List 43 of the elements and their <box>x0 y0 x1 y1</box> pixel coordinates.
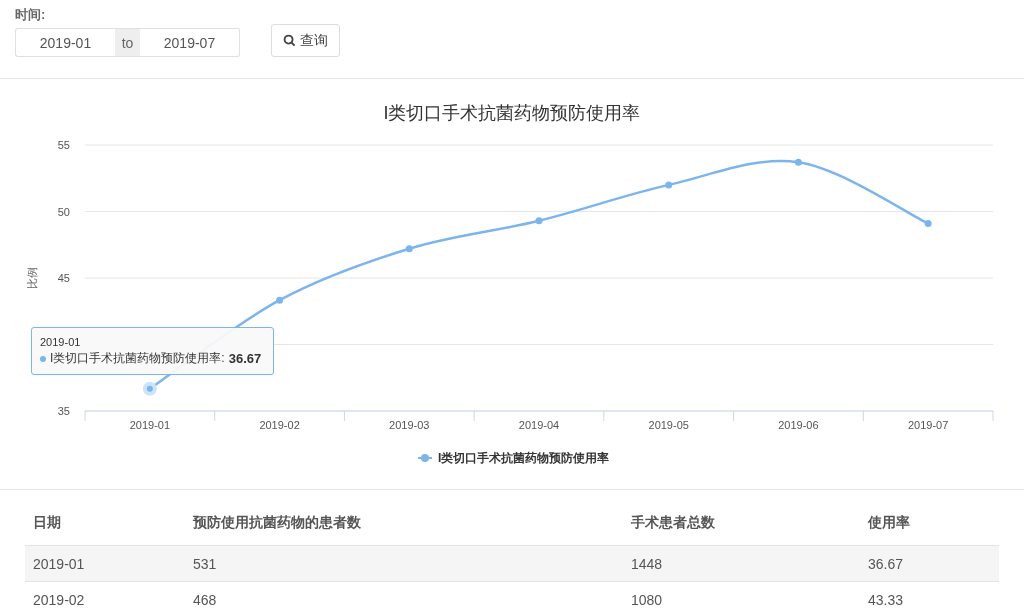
range-separator: to <box>115 28 140 57</box>
x-tick-label: 2019-06 <box>778 419 819 431</box>
tooltip-title: 2019-01 <box>40 336 82 348</box>
y-tick-label: 55 <box>57 139 70 151</box>
legend-item[interactable]: I类切口手术抗菌药物预防使用率 <box>417 451 610 465</box>
x-tick-label: 2019-01 <box>129 419 171 431</box>
column-header: 日期 <box>33 513 62 532</box>
table-cell-text: 468 <box>193 591 218 608</box>
data-point <box>142 381 157 396</box>
column-header: 预防使用抗菌药物的患者数 <box>193 513 362 532</box>
table-cell-text: 43.33 <box>868 591 905 608</box>
table-cell-text: 2019-01 <box>33 555 86 572</box>
data-point <box>276 296 284 304</box>
x-tick-label: 2019-03 <box>389 419 430 431</box>
tooltip-label: I类切口手术抗菌药物预防使用率: <box>50 350 225 367</box>
y-tick-label: 50 <box>57 205 70 218</box>
data-point <box>535 217 543 225</box>
tooltip-value: 36.67 <box>228 351 262 366</box>
time-label: 时间: <box>15 6 47 24</box>
chart-title: I类切口手术抗菌药物预防使用率 <box>383 103 641 123</box>
table-cell-text: 1448 <box>631 555 664 572</box>
x-tick-label: 2019-07 <box>907 419 949 431</box>
x-tick-label: 2019-04 <box>518 419 560 431</box>
table-cell-text: 2019-02 <box>33 591 86 608</box>
start-date-field[interactable]: 2019-01 <box>15 28 115 57</box>
column-header: 使用率 <box>868 513 911 532</box>
table-cell-text: 1080 <box>631 591 664 608</box>
x-tick-label: 2019-05 <box>648 419 689 431</box>
y-axis-title: 比例 <box>26 267 38 289</box>
data-point <box>665 181 673 189</box>
data-point <box>794 158 802 166</box>
series-dot <box>40 355 46 362</box>
x-tick-label: 2019-02 <box>259 419 300 431</box>
y-tick-label: 45 <box>57 272 70 284</box>
search-button[interactable]: 查询 <box>271 24 340 57</box>
data-point <box>405 245 413 253</box>
table-cell-text: 531 <box>193 555 218 572</box>
data-point <box>924 219 932 227</box>
y-tick-label: 35 <box>57 405 70 417</box>
search-icon <box>283 34 296 47</box>
end-date-field[interactable]: 2019-07 <box>140 28 240 57</box>
table-cell-text: 36.67 <box>868 555 905 572</box>
column-header: 手术患者总数 <box>631 513 716 532</box>
